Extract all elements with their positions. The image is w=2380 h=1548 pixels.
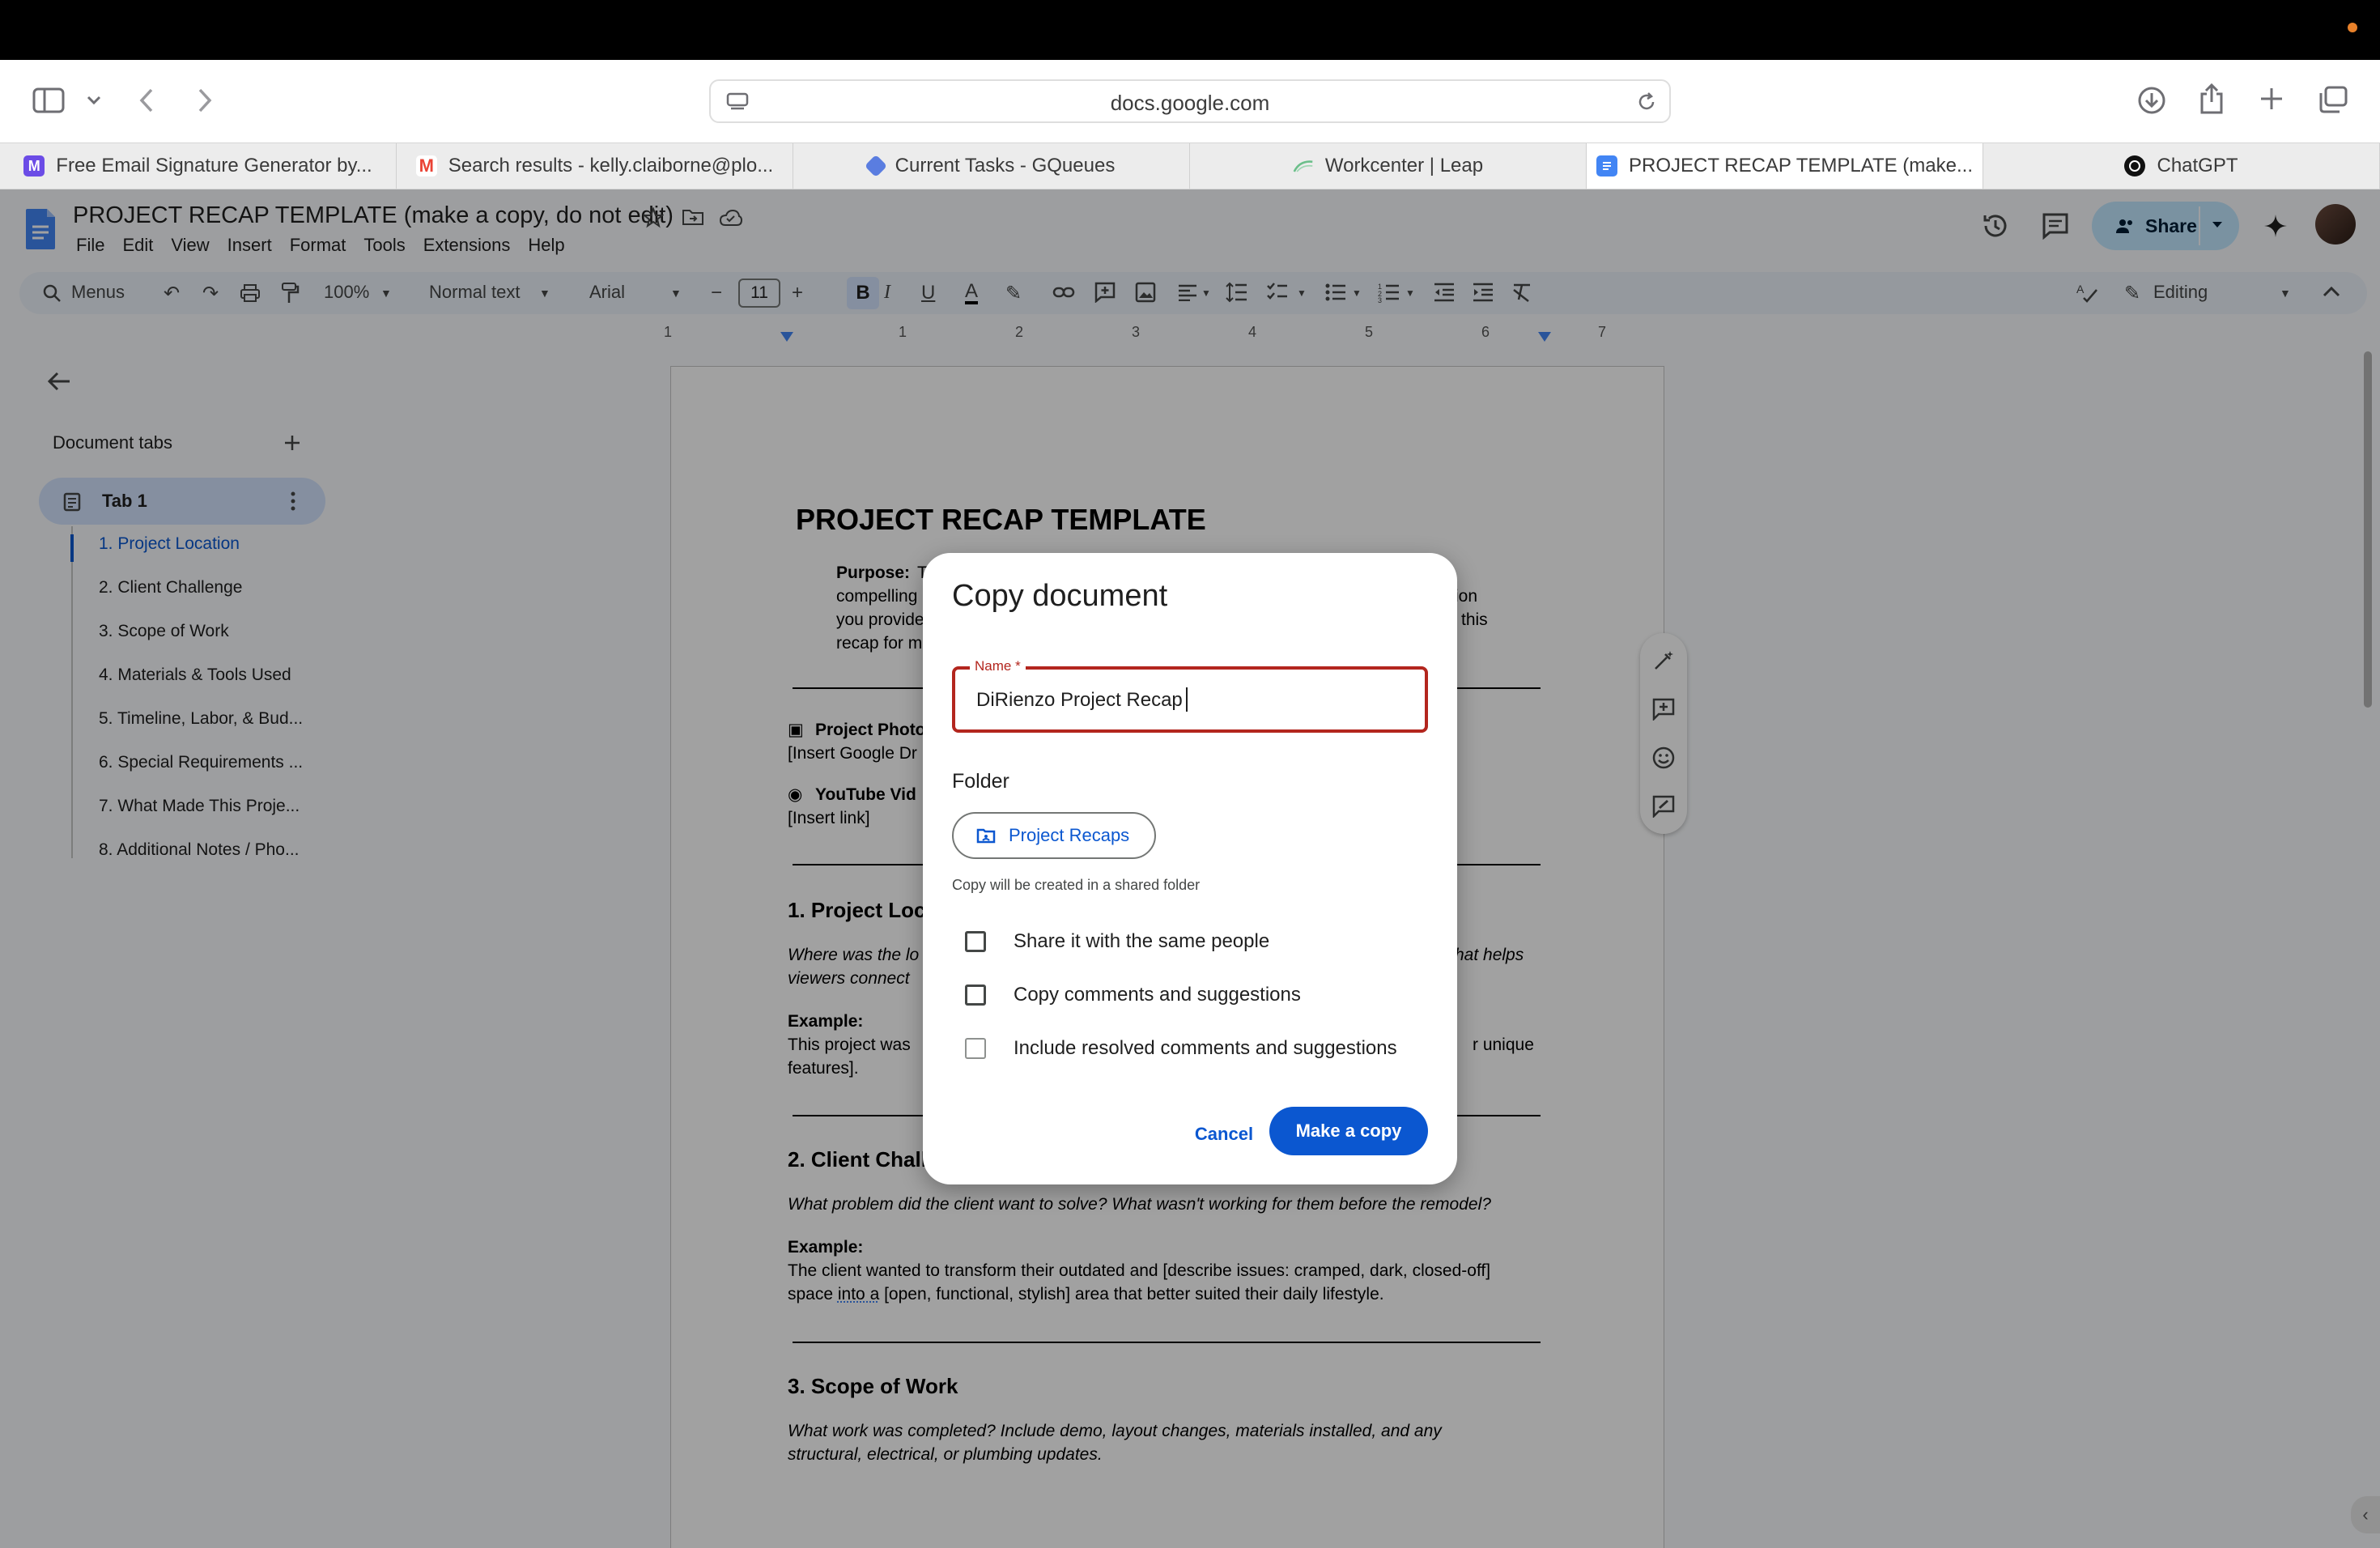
option-label: Copy comments and suggestions — [1014, 984, 1301, 1006]
signature-favicon-icon: M — [23, 155, 45, 176]
tab-title: Search results - kelly.claiborne@plo... — [448, 155, 774, 176]
address-bar[interactable]: docs.google.com — [709, 79, 1671, 123]
option-label: Include resolved comments and suggestion… — [1014, 1037, 1397, 1059]
share-page-icon[interactable] — [2199, 83, 2225, 115]
chevron-down-icon[interactable] — [86, 94, 102, 107]
sidebar-toggle-icon[interactable] — [32, 87, 65, 113]
tab-title: PROJECT RECAP TEMPLATE (make... — [1629, 155, 1973, 176]
dialog-title: Copy document — [952, 579, 1168, 613]
tab-overview-icon[interactable] — [2318, 86, 2348, 113]
tab-title: Free Email Signature Generator by... — [56, 155, 372, 176]
folder-name: Project Recaps — [1009, 825, 1130, 845]
option-label: Share it with the same people — [1014, 930, 1270, 952]
docs-favicon-icon — [1596, 155, 1617, 176]
make-a-copy-button[interactable]: Make a copy — [1269, 1107, 1428, 1155]
browser-tab-active[interactable]: PROJECT RECAP TEMPLATE (make... — [1587, 143, 1983, 189]
folder-label: Folder — [952, 770, 1009, 793]
browser-tab[interactable]: M Free Email Signature Generator by... — [0, 143, 397, 189]
tab-title: Workcenter | Leap — [1324, 155, 1484, 176]
copy-comments-option[interactable]: Copy comments and suggestions — [965, 984, 1301, 1006]
copy-document-dialog: Copy document Name * Folder Project Reca… — [923, 553, 1457, 1184]
forward-icon[interactable] — [196, 87, 214, 113]
browser-tab-strip: M Free Email Signature Generator by... M… — [0, 142, 2380, 189]
browser-tab[interactable]: Workcenter | Leap — [1190, 143, 1587, 189]
include-resolved-option[interactable]: Include resolved comments and suggestion… — [965, 1037, 1397, 1060]
name-field[interactable]: Name * — [952, 658, 1428, 733]
url-text: docs.google.com — [1110, 91, 1270, 115]
copy-comments-checkbox[interactable] — [965, 985, 986, 1006]
include-resolved-checkbox[interactable] — [965, 1038, 986, 1059]
browser-tab[interactable]: ChatGPT — [1983, 143, 2380, 189]
name-field-label: Name * — [970, 658, 1026, 674]
share-same-people-option[interactable]: Share it with the same people — [965, 930, 1269, 953]
browser-toolbar: docs.google.com — [0, 60, 2380, 142]
shared-folder-icon — [976, 828, 996, 844]
browser-tab[interactable]: Current Tasks - GQueues — [793, 143, 1190, 189]
gmail-favicon-icon: M — [415, 155, 437, 176]
share-same-people-checkbox[interactable] — [965, 931, 986, 952]
browser-tab[interactable]: M Search results - kelly.claiborne@plo..… — [397, 143, 793, 189]
recording-indicator-icon — [2348, 23, 2357, 32]
text-cursor — [1186, 687, 1188, 712]
gqueues-favicon-icon — [864, 154, 887, 178]
reload-icon[interactable] — [1635, 91, 1658, 113]
chatgpt-favicon-icon — [2124, 155, 2146, 176]
cancel-button[interactable]: Cancel — [1184, 1112, 1264, 1157]
leap-favicon-icon — [1293, 155, 1314, 176]
folder-note: Copy will be created in a shared folder — [952, 877, 1201, 893]
tab-title: ChatGPT — [2157, 155, 2238, 176]
tab-title: Current Tasks - GQueues — [895, 155, 1116, 176]
downloads-icon[interactable] — [2137, 86, 2166, 115]
folder-picker-button[interactable]: Project Recaps — [952, 812, 1156, 859]
back-icon[interactable] — [138, 87, 155, 113]
macos-menubar — [0, 0, 2380, 60]
new-tab-icon[interactable] — [2259, 86, 2284, 112]
